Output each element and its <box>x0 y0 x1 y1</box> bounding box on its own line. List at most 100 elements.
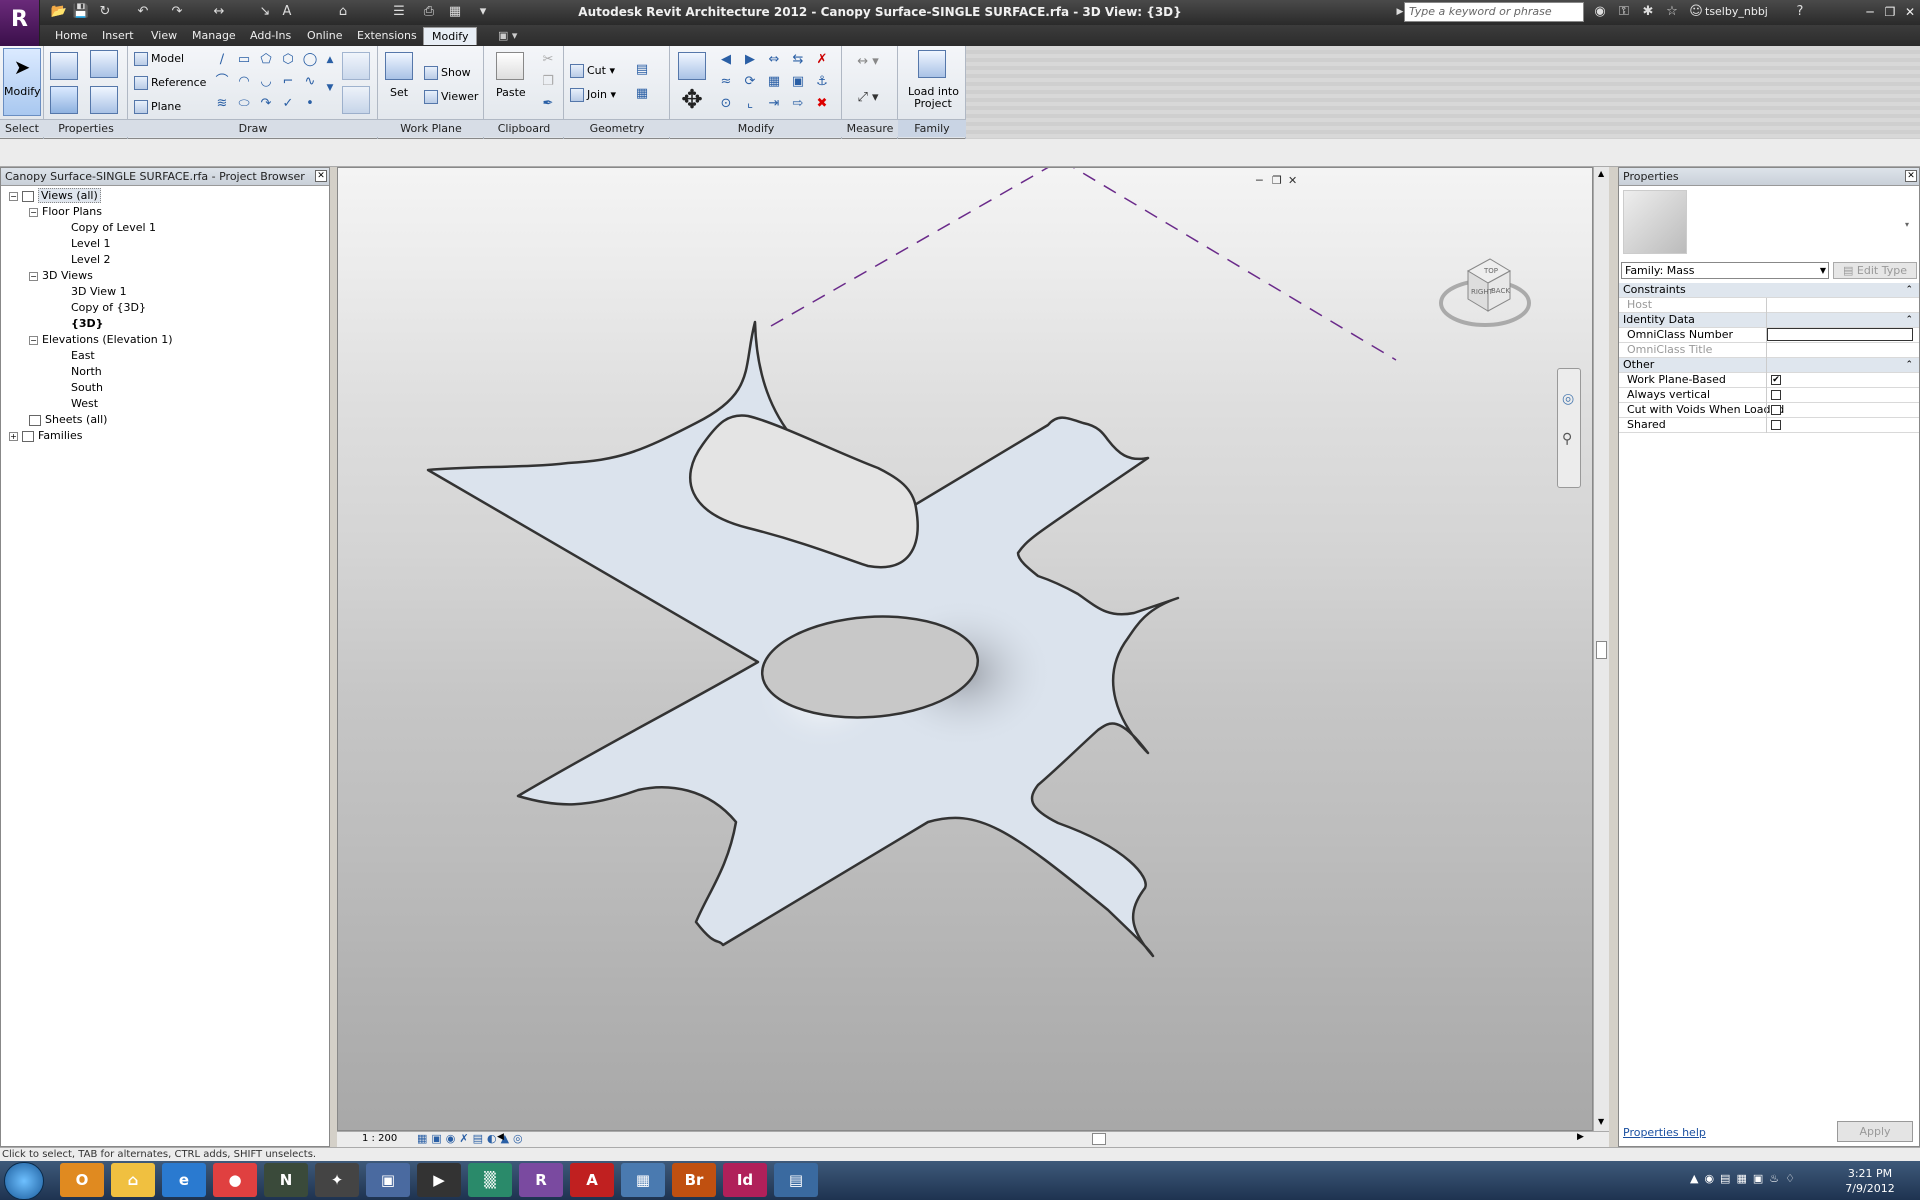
move-icon[interactable]: ✥ <box>678 86 706 114</box>
load-into-project-button[interactable]: Load into Project <box>908 86 959 110</box>
set-work-plane-button[interactable]: Set <box>390 86 408 99</box>
always-vertical-checkbox[interactable] <box>1771 390 1781 400</box>
void-form-icon[interactable] <box>342 86 370 114</box>
tree-item[interactable]: South <box>71 380 103 396</box>
reference-plane-dashed-line[interactable] <box>770 168 1397 361</box>
view-scale[interactable]: 1 : 200 <box>362 1133 397 1144</box>
work-plane-based-checkbox[interactable]: ✔ <box>1771 375 1781 385</box>
tree-item[interactable]: Copy of {3D} <box>71 300 146 316</box>
binoculars-icon[interactable]: ◉ <box>1590 3 1610 21</box>
communication-icon[interactable]: ✱ <box>1638 3 1658 21</box>
scale-icon[interactable]: ▣ <box>790 74 806 90</box>
family-types-icon[interactable] <box>50 52 78 80</box>
array-icon[interactable]: ▦ <box>766 74 782 90</box>
taskbar-app-icon[interactable]: ⌂ <box>111 1163 155 1197</box>
arc-tangent-icon[interactable]: ◡ <box>258 74 274 90</box>
category-constraints[interactable]: Constraints ⌃ <box>1619 283 1919 298</box>
view-restore-icon[interactable]: ❐ <box>1272 174 1282 187</box>
tree-item[interactable]: Level 1 <box>71 236 111 252</box>
splitter[interactable] <box>330 167 337 1147</box>
partial-ellipse-icon[interactable]: ↷ <box>258 96 274 112</box>
tree-item[interactable]: Copy of Level 1 <box>71 220 156 236</box>
collapse-icon[interactable]: − <box>29 335 38 345</box>
point-element-icon[interactable]: • <box>302 96 318 112</box>
taskbar-app-icon[interactable]: N <box>264 1163 308 1197</box>
offset-icon[interactable]: ≈ <box>718 74 734 90</box>
minimize-icon[interactable]: ─ <box>1860 2 1880 22</box>
collapse-chevron-icon[interactable]: ⌃ <box>1905 358 1913 372</box>
view-minimize-icon[interactable]: ─ <box>1256 174 1263 187</box>
qat-dropdown-icon[interactable]: ▾ <box>474 3 492 21</box>
spline-tool-icon[interactable]: ∿ <box>302 74 318 90</box>
taskbar-app-icon[interactable]: ▤ <box>774 1163 818 1197</box>
zoom-icon[interactable]: ⚲ <box>1562 431 1572 447</box>
edit-type-button[interactable]: ▤ Edit Type <box>1833 262 1917 279</box>
tree-item[interactable]: North <box>71 364 102 380</box>
cut-to-clipboard-icon[interactable]: ✂ <box>540 52 556 68</box>
dimension-icon[interactable]: ↘ <box>256 3 274 21</box>
cut-geometry-button[interactable]: Cut ▾ <box>570 64 615 78</box>
start-button[interactable] <box>4 1162 44 1200</box>
circle-tool-icon[interactable]: ◯ <box>302 52 318 68</box>
contextual-tab-dropdown-icon[interactable]: ▣ ▾ <box>490 27 525 45</box>
trim-extend-corner-icon[interactable]: ⌞ <box>742 96 758 112</box>
redo-icon[interactable]: ↷ <box>168 3 186 21</box>
user-icon[interactable]: ☺ <box>1686 3 1706 21</box>
split-with-gap-icon[interactable]: ⇆ <box>790 52 806 68</box>
tree-item[interactable]: 3D View 1 <box>71 284 127 300</box>
pin-icon[interactable]: ⚓ <box>814 74 830 90</box>
draw-scroll-down-icon[interactable]: ▼ <box>322 80 338 96</box>
paste-icon[interactable] <box>496 52 524 80</box>
tree-item-active[interactable]: {3D} <box>71 316 103 332</box>
type-properties-icon[interactable] <box>90 86 118 114</box>
scroll-down-icon[interactable]: ▼ <box>1598 1117 1604 1126</box>
paste-button[interactable]: Paste <box>496 86 526 99</box>
vertical-scrollbar[interactable]: ▲ ▼ <box>1593 167 1609 1131</box>
canopy-surface-model[interactable] <box>338 168 1593 1131</box>
properties-close-icon[interactable]: ✕ <box>1905 170 1917 182</box>
infocenter-search-input[interactable]: Type a keyword or phrase <box>1404 2 1584 22</box>
measure-between-icon[interactable]: ↔ ▾ <box>850 54 886 70</box>
mirror-draw-axis-icon[interactable]: ▶ <box>742 52 758 68</box>
work-plane-viewer-button[interactable]: Viewer <box>424 90 478 104</box>
collapse-icon[interactable]: − <box>29 271 38 281</box>
mirror-pick-axis-icon[interactable]: ◀ <box>718 52 734 68</box>
hscroll-right-icon[interactable]: ▶ <box>1577 1132 1584 1142</box>
collapse-chevron-icon[interactable]: ⌃ <box>1905 313 1913 327</box>
taskbar-app-icon[interactable]: ● <box>213 1163 257 1197</box>
load-into-project-icon[interactable] <box>918 50 946 78</box>
tag-icon[interactable]: A <box>278 3 296 21</box>
unpin-icon[interactable]: ✗ <box>814 52 830 68</box>
collapse-chevron-icon[interactable]: ⌃ <box>1905 283 1913 297</box>
taskbar-app-icon[interactable]: ▦ <box>621 1163 665 1197</box>
circumscribed-polygon-icon[interactable]: ⬡ <box>280 52 296 68</box>
taskbar-app-icon[interactable]: Br <box>672 1163 716 1197</box>
properties-palette-icon[interactable] <box>50 86 78 114</box>
cut-with-voids-checkbox[interactable] <box>1771 405 1781 415</box>
tree-3d-views[interactable]: −3D Views <box>29 268 93 284</box>
taskbar-app-icon[interactable]: ▣ <box>366 1163 410 1197</box>
favorites-star-icon[interactable]: ☆ <box>1662 3 1682 21</box>
taskbar-app-icon[interactable]: O <box>60 1163 104 1197</box>
tree-views-all[interactable]: − Views (all) <box>9 188 101 204</box>
tree-item[interactable]: East <box>71 348 95 364</box>
tab-add-ins[interactable]: Add-Ins <box>242 27 299 45</box>
trim-extend-single-icon[interactable]: ⇥ <box>766 96 782 112</box>
switch-windows-icon[interactable]: ▦ <box>446 3 464 21</box>
scroll-thumb[interactable] <box>1596 641 1607 659</box>
tab-home[interactable]: Home <box>47 27 95 45</box>
view-close-icon[interactable]: ✕ <box>1288 174 1297 187</box>
rotate-icon[interactable]: ⟳ <box>742 74 758 90</box>
taskbar-app-icon[interactable]: e <box>162 1163 206 1197</box>
aligned-dimension-icon[interactable]: ⤢ ▾ <box>850 90 886 106</box>
tree-sheets[interactable]: Sheets (all) <box>29 412 107 428</box>
taskbar-app-icon[interactable]: ▶ <box>417 1163 461 1197</box>
collapse-icon[interactable]: − <box>9 191 18 201</box>
split-element-icon[interactable]: ⇔ <box>766 52 782 68</box>
family-category-icon[interactable] <box>90 50 118 78</box>
print-icon[interactable]: ⎙ <box>420 3 438 21</box>
tree-floor-plans[interactable]: − Floor Plans <box>29 204 102 220</box>
project-browser-close-icon[interactable]: ✕ <box>315 170 327 182</box>
rectangle-tool-icon[interactable]: ▭ <box>236 52 252 68</box>
join-geometry-button[interactable]: Join ▾ <box>570 88 616 102</box>
